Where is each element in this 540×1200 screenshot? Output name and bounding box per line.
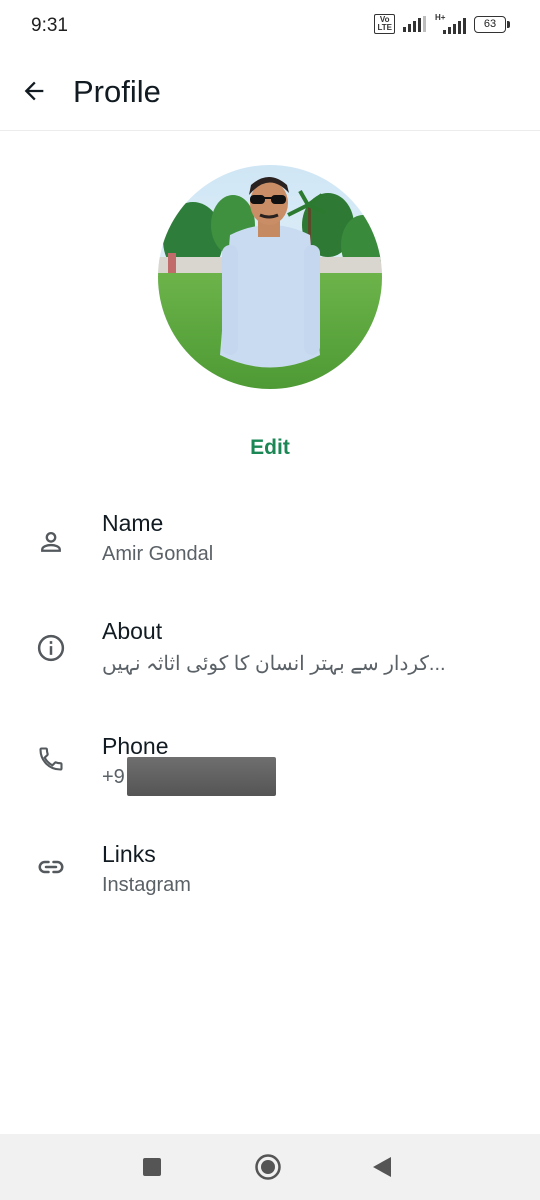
name-row[interactable]: Name Amir Gondal <box>0 505 540 595</box>
home-circle-icon <box>255 1154 281 1180</box>
arrow-left-icon <box>24 81 44 101</box>
phone-label: Phone <box>102 733 169 759</box>
app-bar: Profile <box>0 52 540 131</box>
status-time: 9:31 <box>31 15 68 36</box>
person-icon <box>30 521 72 563</box>
phone-icon <box>30 738 72 780</box>
links-label: Links <box>102 841 156 867</box>
signal-hplus-icon: H+ <box>434 13 466 34</box>
status-bar: 9:31 Vo LTE H+ 63 <box>0 0 540 52</box>
volte-icon: Vo LTE <box>374 14 395 34</box>
name-value: Amir Gondal <box>102 543 214 565</box>
recents-button[interactable] <box>134 1152 170 1182</box>
about-row[interactable]: About کردار سے بہتر انسان کا کوئی اثاثہ … <box>0 613 540 703</box>
battery-icon: 63 <box>474 15 510 33</box>
phone-value: +9 <box>102 766 125 788</box>
recents-square-icon <box>143 1158 161 1176</box>
about-value: کردار سے بہتر انسان کا کوئی اثاثہ نہیں..… <box>102 653 446 675</box>
link-icon <box>30 846 72 888</box>
back-nav-button[interactable] <box>364 1152 400 1182</box>
name-label: Name <box>102 510 164 536</box>
status-icons: Vo LTE H+ 63 <box>374 13 510 34</box>
edit-photo-link[interactable]: Edit <box>0 436 540 460</box>
links-value: Instagram <box>102 874 191 896</box>
back-triangle-icon <box>373 1157 391 1177</box>
redaction-block <box>127 757 276 796</box>
info-icon <box>30 627 72 669</box>
back-button[interactable] <box>14 71 54 111</box>
system-nav-bar <box>0 1134 540 1200</box>
page-title: Profile <box>73 74 161 109</box>
home-button[interactable] <box>250 1152 286 1182</box>
signal-icon <box>403 16 426 32</box>
about-label: About <box>102 618 163 644</box>
links-row[interactable]: Links Instagram <box>0 836 540 926</box>
profile-photo[interactable] <box>158 165 382 389</box>
